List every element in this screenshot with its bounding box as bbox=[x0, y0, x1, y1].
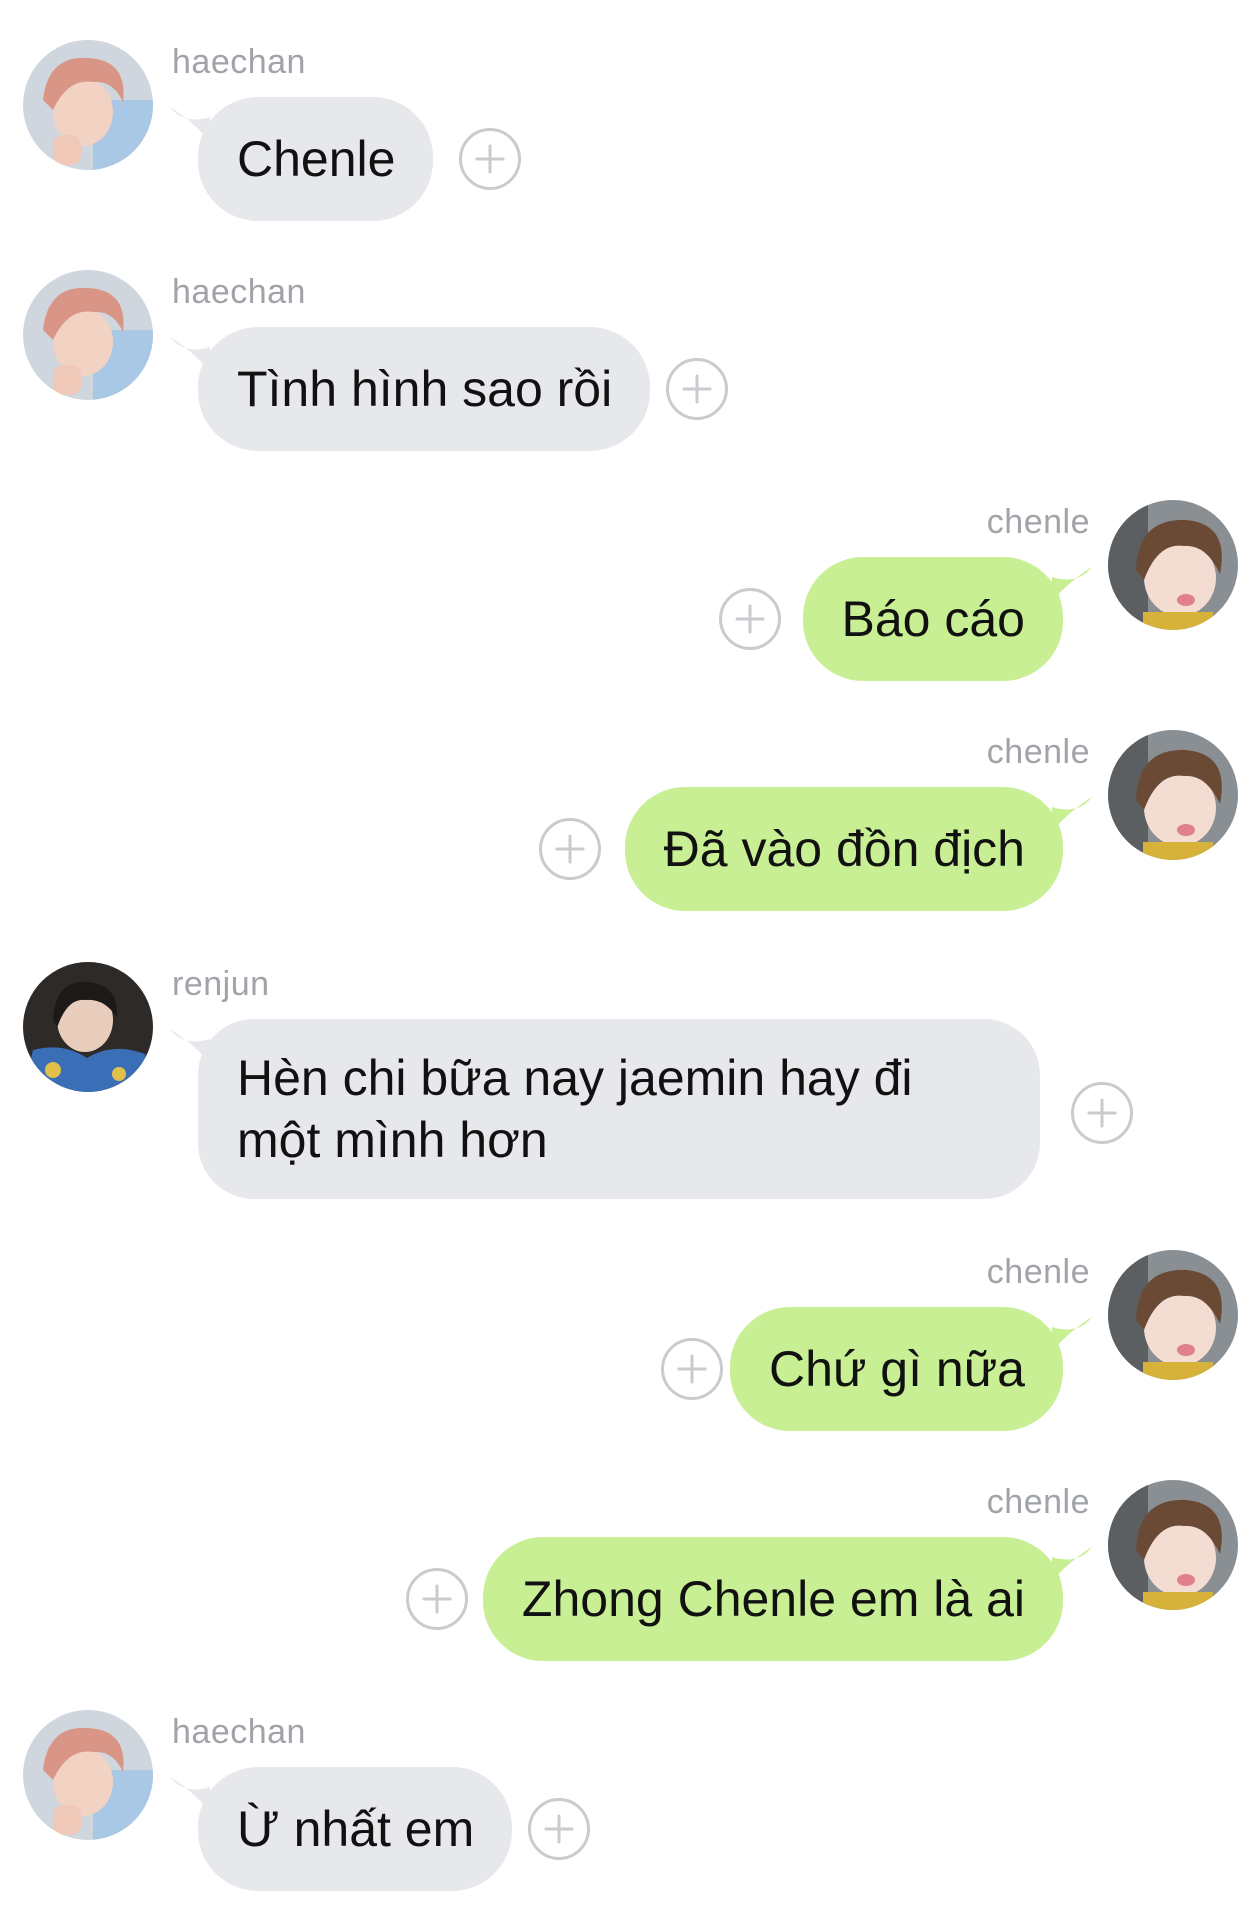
chat-thread: haechan Chenle haechan Tình hình sao rồi… bbox=[0, 0, 1258, 1920]
chenle-avatar[interactable] bbox=[1108, 1480, 1238, 1610]
chenle-avatar[interactable] bbox=[1108, 1250, 1238, 1380]
chat-message: haechan Ừ nhất em bbox=[0, 1670, 1258, 1891]
plus-circle-icon bbox=[677, 1354, 707, 1384]
sender-name: renjun bbox=[172, 965, 270, 1003]
renjun-avatar[interactable] bbox=[23, 962, 153, 1092]
add-reaction-button[interactable] bbox=[406, 1568, 468, 1630]
add-reaction-button[interactable] bbox=[528, 1798, 590, 1860]
chat-message: haechan Tình hình sao rồi bbox=[0, 230, 1258, 451]
chenle-avatar[interactable] bbox=[1108, 730, 1238, 860]
message-bubble[interactable]: Đã vào đồn địch bbox=[624, 787, 1063, 911]
message-bubble[interactable]: Hèn chi bữa nay jaemin hay đi một mình h… bbox=[198, 1019, 1040, 1199]
sender-name: haechan bbox=[172, 273, 306, 311]
add-reaction-button[interactable] bbox=[1071, 1082, 1133, 1144]
haechan-avatar[interactable] bbox=[23, 270, 153, 400]
message-bubble[interactable]: Zhong Chenle em là ai bbox=[482, 1537, 1063, 1661]
chat-message: chenle Báo cáo bbox=[0, 460, 1258, 681]
plus-circle-icon bbox=[475, 144, 505, 174]
message-bubble[interactable]: Chenle bbox=[198, 97, 434, 221]
chat-message: renjun Hèn chi bữa nay jaemin hay đi một… bbox=[0, 922, 1258, 1212]
plus-circle-icon bbox=[1087, 1098, 1117, 1128]
haechan-avatar[interactable] bbox=[23, 40, 153, 170]
sender-name: chenle bbox=[986, 1483, 1090, 1521]
plus-circle-icon bbox=[544, 1814, 574, 1844]
plus-circle-icon bbox=[555, 834, 585, 864]
plus-circle-icon bbox=[735, 604, 765, 634]
sender-name: chenle bbox=[986, 733, 1090, 771]
message-bubble[interactable]: Chứ gì nữa bbox=[730, 1307, 1063, 1431]
chenle-avatar[interactable] bbox=[1108, 500, 1238, 630]
sender-name: haechan bbox=[172, 43, 306, 81]
chat-message: chenle Zhong Chenle em là ai bbox=[0, 1440, 1258, 1661]
add-reaction-button[interactable] bbox=[539, 818, 601, 880]
sender-name: haechan bbox=[172, 1713, 306, 1751]
message-bubble[interactable]: Ừ nhất em bbox=[198, 1767, 513, 1891]
sender-name: chenle bbox=[986, 503, 1090, 541]
add-reaction-button[interactable] bbox=[719, 588, 781, 650]
add-reaction-button[interactable] bbox=[459, 128, 521, 190]
chat-message: haechan Chenle bbox=[0, 0, 1258, 221]
chat-message: chenle Chứ gì nữa bbox=[0, 1210, 1258, 1431]
plus-circle-icon bbox=[422, 1584, 452, 1614]
add-reaction-button[interactable] bbox=[661, 1338, 723, 1400]
message-bubble[interactable]: Tình hình sao rồi bbox=[198, 327, 651, 451]
chat-message: chenle Đã vào đồn địch bbox=[0, 690, 1258, 911]
plus-circle-icon bbox=[682, 374, 712, 404]
message-bubble[interactable]: Báo cáo bbox=[802, 557, 1063, 681]
add-reaction-button[interactable] bbox=[666, 358, 728, 420]
sender-name: chenle bbox=[986, 1253, 1090, 1291]
haechan-avatar[interactable] bbox=[23, 1710, 153, 1840]
